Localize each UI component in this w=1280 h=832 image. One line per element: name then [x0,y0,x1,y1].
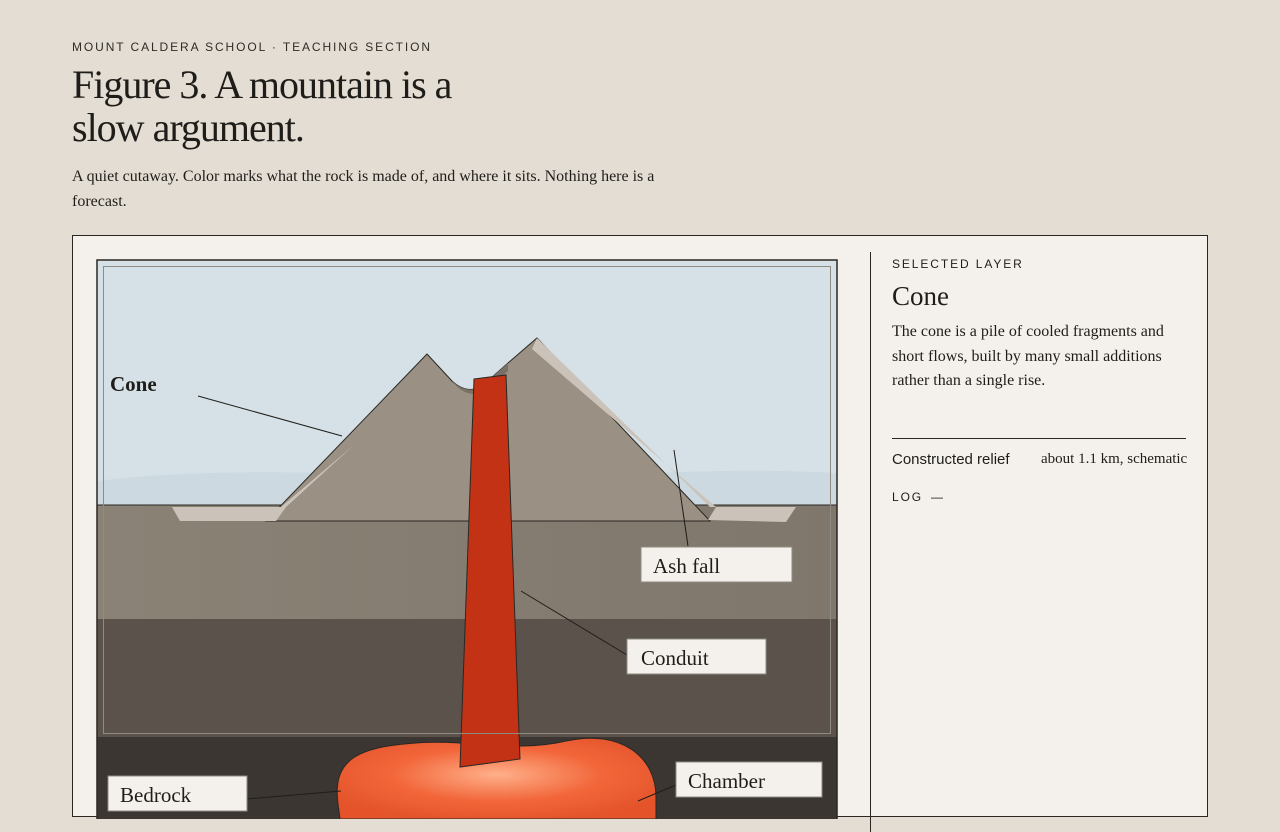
volcano-cutaway: Cone Ash fall Conduit Bedrock Chamber [96,259,838,819]
selected-layer-title: Cone [892,281,949,311]
cutaway-svg: Cone Ash fall Conduit Bedrock Chamber [96,259,838,819]
relief-value: about 1.1 km, schematic [1041,451,1188,467]
page-title: Figure 3. A mountain is a slow argument. [72,62,452,150]
label-cone[interactable]: Cone [110,372,157,396]
sidebar-divider [892,438,1186,439]
log-row: LOG — [892,490,943,504]
figure-panel: Cone Ash fall Conduit Bedrock Chamber SE… [72,235,1208,832]
sidebar: SELECTED LAYER Cone The cone is a pile o… [870,252,1188,832]
page-eyebrow: MOUNT CALDERA SCHOOL · TEACHING SECTION [72,40,432,54]
label-conduit[interactable]: Conduit [641,646,709,670]
sidebar-eyebrow: SELECTED LAYER [892,257,1024,271]
relief-key: Constructed relief [892,451,1010,468]
log-value: — [931,490,944,504]
selected-layer-description: The cone is a pile of cooled fragments a… [892,323,1164,389]
page-subtitle: A quiet cutaway. Color marks what the ro… [72,168,655,210]
label-ash-fall[interactable]: Ash fall [653,554,720,578]
label-chamber[interactable]: Chamber [688,769,765,793]
log-label: LOG [892,490,924,504]
label-bedrock[interactable]: Bedrock [120,783,192,807]
